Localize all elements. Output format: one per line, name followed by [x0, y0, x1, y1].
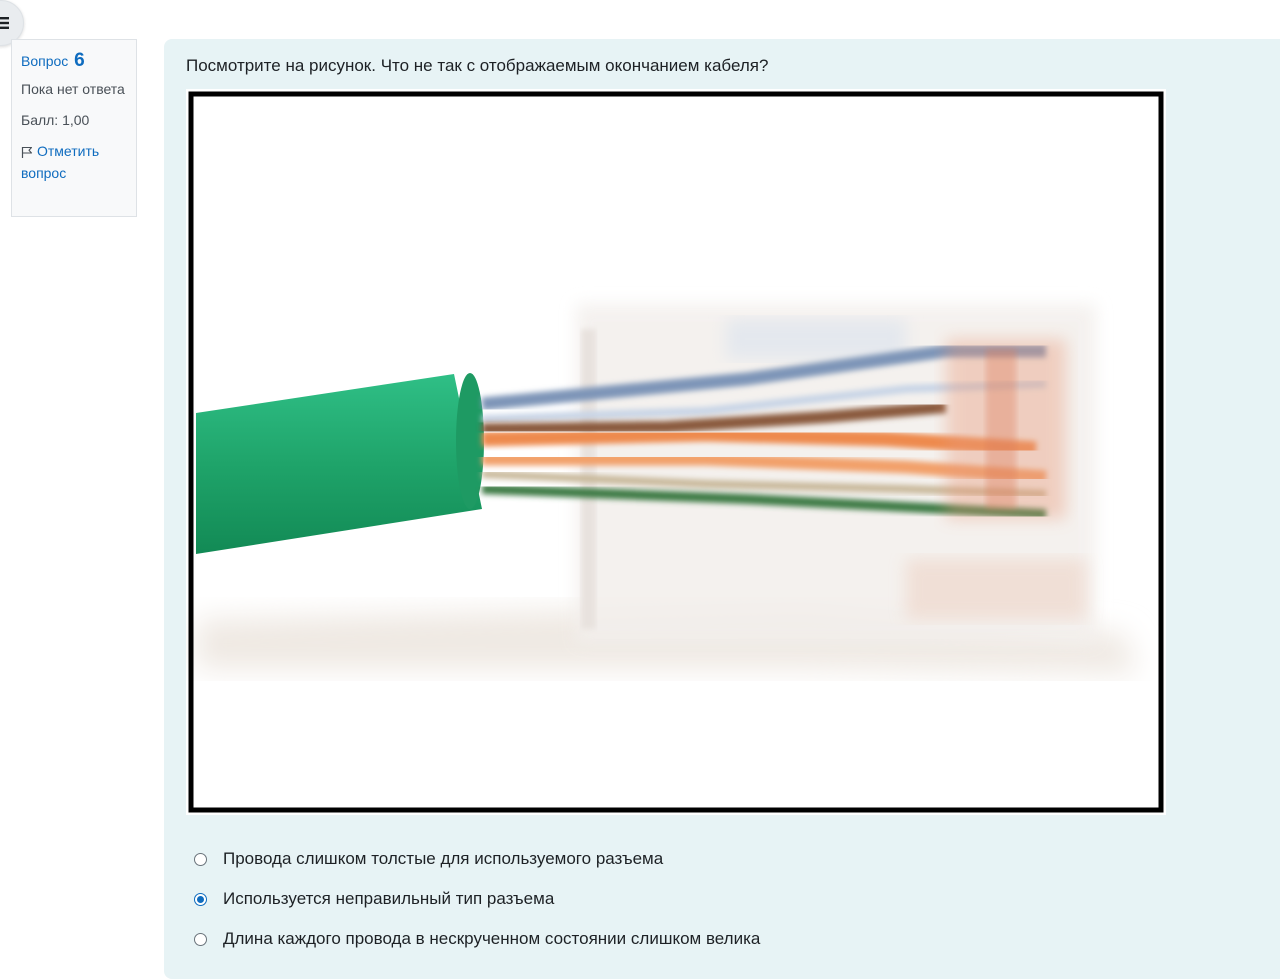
flag-icon	[21, 146, 33, 158]
list-icon	[0, 17, 9, 29]
question-number-value: 6	[74, 50, 85, 71]
cable-photo	[186, 89, 1166, 815]
question-number: Вопрос 6	[21, 50, 127, 72]
answer-radio[interactable]	[194, 893, 207, 906]
answer-radio[interactable]	[194, 853, 207, 866]
question-text: Посмотрите на рисунок. Что не так с отоб…	[186, 56, 769, 75]
flag-question-link[interactable]: Отметить вопрос	[21, 140, 127, 184]
question-grade: Балл: 1,00	[21, 112, 90, 128]
question-info-panel: Вопрос 6 Пока нет ответа Балл: 1,00 Отме…	[11, 39, 137, 217]
answer-label[interactable]: Длина каждого провода в нескрученном сос…	[223, 922, 760, 956]
answer-label[interactable]: Провода слишком толстые для используемог…	[223, 842, 663, 876]
answer-label[interactable]: Используется неправильный тип разъема	[223, 882, 554, 916]
answer-radio[interactable]	[194, 933, 207, 946]
question-formulation: Посмотрите на рисунок. Что не так с отоб…	[164, 39, 1280, 979]
question-state: Пока нет ответа	[21, 81, 125, 97]
question-number-label: Вопрос	[21, 53, 69, 69]
